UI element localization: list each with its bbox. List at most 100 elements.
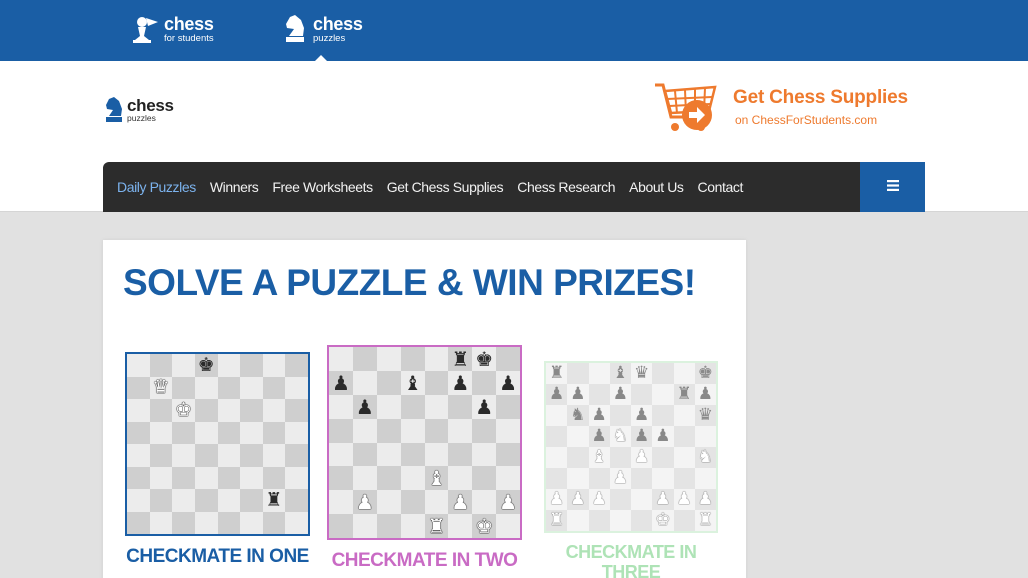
board-square: ♟ — [496, 370, 520, 395]
board-square — [673, 468, 695, 489]
nav-item-about-us[interactable]: About Us — [629, 179, 684, 195]
white-rook-icon: ♜ — [427, 514, 446, 539]
board-square — [240, 421, 263, 444]
board-square — [448, 394, 473, 419]
board-square — [588, 510, 610, 531]
board-square — [217, 489, 241, 512]
board-square — [149, 421, 173, 444]
board-square: ♛ — [694, 405, 716, 426]
hamburger-icon — [886, 178, 899, 196]
puzzle-checkmate-in-three[interactable]: ♜ ♝ ♛ ♚ ♟ ♟ ♟ ♜ ♟ ♞ ♟ ♟ ♛ ♟ ♞ ♟ ♟ ♝ ♟ ♞ ♟ ♟ ♟ ♟ ♟ ♟ ♟ ♜ ♚ ♜ CHECKMATE… — [544, 361, 718, 578]
board-square: ♟ — [631, 405, 653, 426]
board-square — [652, 405, 674, 426]
board-square — [400, 418, 425, 443]
white-rook-icon: ♜ — [697, 510, 713, 530]
board-square — [262, 376, 286, 399]
menu-toggle-button[interactable] — [860, 162, 925, 212]
board-square — [588, 363, 610, 384]
puzzle-checkmate-in-one[interactable]: ♚ ♛ ♚ ♜ CHECKMATE IN ONE — [125, 352, 310, 568]
puzzle-label: CHECKMATE IN THREE — [565, 542, 697, 578]
board-square — [285, 511, 308, 534]
board-square — [352, 514, 377, 538]
board-square — [448, 442, 473, 467]
board-square — [240, 444, 263, 467]
board-square — [285, 421, 308, 444]
board-square — [652, 468, 674, 489]
board-square: ♝ — [588, 447, 610, 468]
board-square — [194, 399, 218, 422]
board-square — [400, 514, 425, 538]
board-square — [172, 511, 195, 534]
black-king-icon: ♚ — [197, 353, 215, 376]
board-square — [127, 466, 150, 489]
board-square — [127, 354, 150, 377]
board-square: ♟ — [352, 490, 377, 515]
site-link-chess-puzzles[interactable]: chess puzzles — [281, 14, 363, 44]
board-square — [673, 510, 695, 531]
black-pawn-icon: ♟ — [634, 405, 650, 425]
white-pawn-icon: ♟ — [549, 489, 565, 509]
white-bishop-icon: ♝ — [591, 447, 607, 467]
puzzle-checkmate-in-two[interactable]: ♜ ♚ ♟ ♝ ♟ ♟ ♟ ♟ ♝ ♟ ♟ ♟ ♜ ♚ CHECKMATE IN TWO — [327, 345, 522, 572]
board-square — [240, 399, 263, 422]
board-square — [194, 376, 218, 399]
board-square — [127, 421, 150, 444]
board-square — [424, 490, 449, 515]
nav-item-chess-research[interactable]: Chess Research — [517, 179, 615, 195]
board-square — [217, 511, 241, 534]
board-square — [400, 394, 425, 419]
board-square: ♟ — [567, 489, 589, 510]
board-square — [172, 354, 195, 377]
board-square — [262, 421, 286, 444]
board-square: ♟ — [352, 394, 377, 419]
board-square — [673, 447, 695, 468]
board-square — [172, 444, 195, 467]
white-pawn-icon: ♟ — [655, 489, 671, 509]
site-link-chess-for-students[interactable]: chess for students — [132, 14, 214, 44]
header: chess puzzles Get Chess Supplies on Ches… — [0, 61, 1028, 212]
black-pawn-icon: ♟ — [499, 370, 518, 395]
nav-item-get-chess-supplies[interactable]: Get Chess Supplies — [387, 179, 504, 195]
nav-item-winners[interactable]: Winners — [210, 179, 259, 195]
board-square — [240, 466, 263, 489]
board-square: ♜ — [262, 488, 286, 512]
top-site-bar: chess for students chess puzzles — [0, 0, 1028, 61]
black-pawn-icon: ♟ — [612, 384, 628, 404]
black-king-icon: ♚ — [697, 363, 713, 383]
board-square — [376, 442, 401, 467]
board-square — [472, 418, 497, 443]
black-rook-icon: ♜ — [265, 488, 283, 511]
board-square — [352, 442, 377, 467]
knight-icon — [281, 14, 309, 44]
board-square — [567, 363, 589, 384]
board-square — [352, 347, 377, 371]
black-queen-icon: ♛ — [634, 363, 650, 383]
board-square — [400, 442, 425, 467]
black-pawn-icon: ♟ — [451, 370, 470, 395]
board-square: ♟ — [588, 426, 610, 447]
nav-item-free-worksheets[interactable]: Free Worksheets — [272, 179, 373, 195]
nav-item-contact[interactable]: Contact — [698, 179, 744, 195]
board-square — [262, 354, 286, 377]
board-square: ♟ — [673, 489, 695, 510]
board-square — [149, 466, 173, 489]
board-square — [496, 418, 520, 443]
site-logo-main: chess — [313, 13, 363, 34]
board-square: ♟ — [609, 468, 631, 489]
chess-board: ♜ ♚ ♟ ♝ ♟ ♟ ♟ ♟ ♝ ♟ ♟ ♟ ♜ ♚ — [327, 345, 522, 540]
board-square — [194, 466, 218, 489]
board-square — [609, 510, 631, 531]
site-logo-sub: for students — [164, 32, 214, 44]
board-square: ♜ — [448, 347, 473, 371]
board-square: ♚ — [652, 510, 674, 531]
board-square — [609, 405, 631, 426]
brand-logo-main: chess — [127, 96, 174, 116]
board-square — [262, 444, 286, 467]
brand-logo[interactable]: chess puzzles — [104, 96, 174, 124]
board-square — [262, 466, 286, 489]
board-square — [448, 466, 473, 491]
board-square: ♟ — [496, 490, 520, 515]
nav-item-daily-puzzles[interactable]: Daily Puzzles — [117, 179, 196, 195]
board-square — [673, 426, 695, 447]
get-chess-supplies-banner[interactable]: Get Chess Supplies on ChessForStudents.c… — [653, 79, 908, 135]
